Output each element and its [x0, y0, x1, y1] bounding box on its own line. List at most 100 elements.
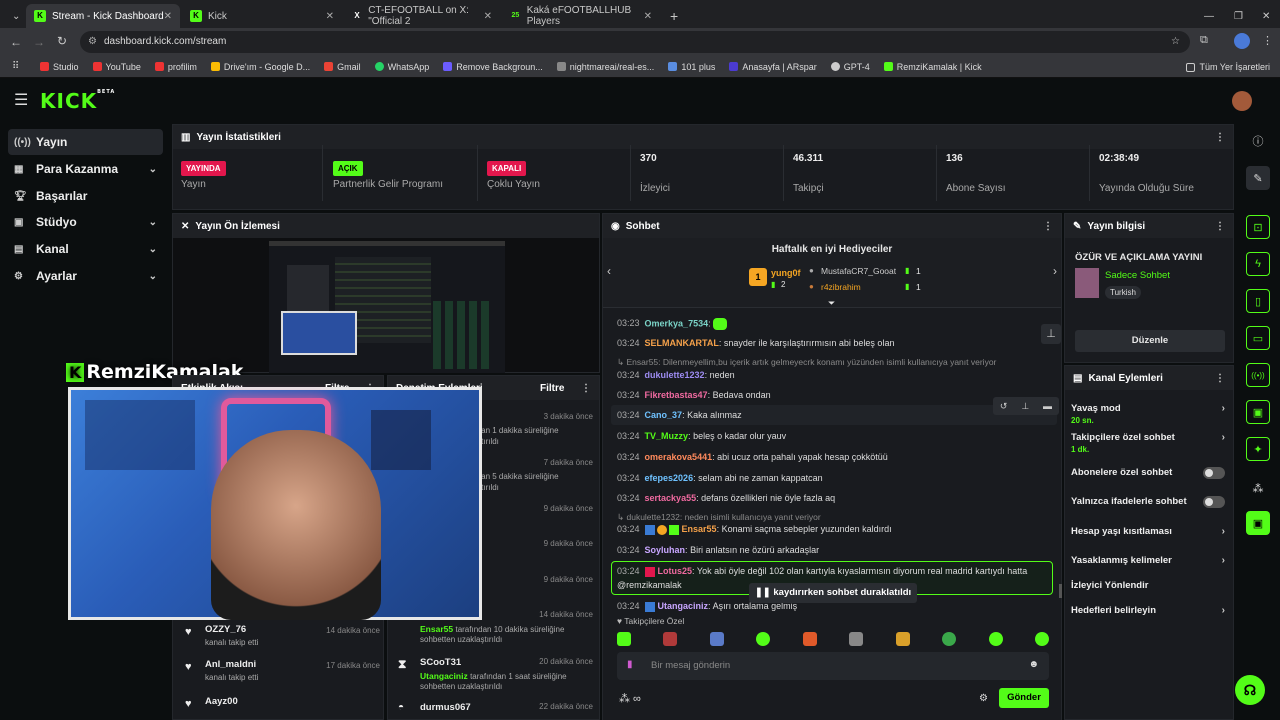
site-info-icon[interactable]: ⚙ — [88, 31, 97, 53]
sidebar-item-basarilar[interactable]: 🏆︎ Başarılar — [8, 183, 163, 209]
screenshot-icon[interactable]: ⊡ — [1246, 215, 1270, 239]
emote-icon[interactable] — [663, 632, 678, 646]
chat-message[interactable]: 03:24 Cano_37: Kaka alınmaz — [617, 410, 742, 420]
emote-icon[interactable] — [1034, 632, 1049, 646]
sidebar-item-yayin[interactable]: ((•)) Yayın — [8, 129, 163, 155]
stream-preview-video[interactable] — [269, 241, 505, 373]
sidebar-item-para-kazanma[interactable]: ▦ Para Kazanma ⌄ — [8, 156, 163, 182]
green-action-icon[interactable]: ▣ — [1246, 511, 1270, 535]
reload-icon[interactable]: ↻ — [57, 34, 67, 48]
wrench-icon[interactable]: ✦ — [1246, 437, 1270, 461]
forward-arrow-icon[interactable]: → — [33, 35, 45, 49]
bookmark-profilim[interactable]: profilim — [154, 62, 197, 72]
pencil-icon[interactable]: ✎ — [1246, 166, 1270, 190]
pin-icon[interactable]: ⊥ — [1021, 401, 1029, 412]
sidebar-item-ayarlar[interactable]: ⚙ Ayarlar ⌄ — [8, 263, 163, 289]
chevron-left-icon[interactable]: ‹ — [607, 264, 611, 278]
bookmark-whatsapp[interactable]: WhatsApp — [374, 62, 429, 72]
minimize-button[interactable]: — — [1196, 4, 1222, 28]
profile-avatar-icon[interactable] — [1234, 33, 1250, 49]
broadcast-icon[interactable]: ((•)) — [1246, 363, 1270, 387]
redirect-viewers-row[interactable]: İzleyici Yönlendir — [1071, 580, 1221, 591]
emotes-only-toggle[interactable] — [1203, 496, 1225, 508]
send-button[interactable]: Gönder — [999, 688, 1049, 708]
kick-logo[interactable]: KICKBETA — [40, 89, 115, 113]
emote-icon[interactable] — [942, 632, 957, 646]
emote-icon[interactable] — [756, 632, 771, 646]
edit-button[interactable]: Düzenle — [1075, 330, 1225, 352]
subscribers-only-toggle[interactable] — [1203, 467, 1225, 479]
bookmark-remzikamalak-kick[interactable]: RemziKamalak | Kick — [883, 62, 982, 72]
sidebar-item-studyo[interactable]: ▣ Stüdyo ⌄ — [8, 209, 163, 235]
account-age-row[interactable]: Hesap yaşı kısıtlaması › — [1071, 526, 1225, 537]
chat-icon[interactable]: ▭ — [1246, 326, 1270, 350]
set-goals-row[interactable]: Hedefleri belirleyin › — [1071, 605, 1225, 616]
restore-button[interactable]: ❐ — [1226, 4, 1251, 28]
document-icon[interactable]: ▯ — [1246, 289, 1270, 313]
emote-icon[interactable] — [895, 632, 910, 646]
banned-words-row[interactable]: Yasaklanmış kelimeler › — [1071, 555, 1225, 566]
emote-icon[interactable] — [849, 632, 864, 646]
tab-list-button[interactable]: ⌄ — [4, 4, 24, 28]
close-tab-icon[interactable]: ✕ — [644, 11, 652, 22]
tab-kick-dashboard[interactable]: K Stream - Kick Dashboard ✕ — [26, 4, 180, 28]
trash-icon[interactable]: ▬ — [1043, 401, 1052, 411]
close-tab-icon[interactable]: ✕ — [484, 11, 492, 22]
chat-tools-icon[interactable]: ⁂ ∞ — [619, 692, 641, 705]
back-arrow-icon[interactable]: ← — [10, 35, 22, 49]
user-avatar[interactable] — [1232, 91, 1252, 111]
category-link[interactable]: Sadece Sohbet — [1105, 270, 1170, 281]
kebab-menu-icon[interactable]: ⋮ — [1215, 221, 1225, 232]
tab-x-post[interactable]: X CT-EFOOTBALL on X: "Official 2 ✕ — [344, 4, 500, 28]
emote-icon[interactable] — [988, 632, 1003, 646]
url-field[interactable]: ⚙ dashboard.kick.com/stream ☆ — [80, 31, 1190, 53]
chat-paused-banner[interactable]: ❚❚ kaydırırken sohbet duraklatıldı — [749, 583, 917, 603]
users-icon[interactable]: ⁂ — [1246, 476, 1270, 500]
bookmark-nightmareai[interactable]: nightmareai/real-es... — [556, 62, 654, 72]
bookmark-arspar[interactable]: Anasayfa | ARspar — [729, 62, 817, 72]
bookmark-remove-bg[interactable]: Remove Backgroun... — [443, 62, 543, 72]
bookmark-gmail[interactable]: Gmail — [324, 62, 361, 72]
undo-icon[interactable]: ↺ — [1000, 401, 1008, 412]
emote-icon[interactable] — [802, 632, 817, 646]
save-icon[interactable]: ▣ — [1246, 400, 1270, 424]
support-chat-icon[interactable]: ☊ — [1235, 675, 1265, 705]
tab-efootballhub[interactable]: 25 Kaká eFOOTBALLHUB Players ✕ — [502, 4, 660, 28]
sidebar-item-kanal[interactable]: ▤ Kanal ⌄ — [8, 236, 163, 262]
info-icon[interactable]: ⓘ — [1246, 129, 1270, 153]
new-tab-button[interactable]: + — [662, 4, 680, 28]
kebab-menu-icon[interactable]: ⋮ — [1215, 132, 1225, 143]
all-bookmarks[interactable]: Tüm Yer İşaretleri — [1186, 62, 1270, 72]
bookmark-101plus[interactable]: 101 plus — [668, 62, 715, 72]
emoji-picker-icon[interactable]: ☻ — [1028, 659, 1039, 670]
filter-button[interactable]: Filtre — [540, 383, 564, 394]
apps-grid-icon[interactable]: ⠿ — [12, 61, 19, 72]
followers-only-row[interactable]: Takipçilere özel sohbet 1 dk. › — [1071, 432, 1225, 454]
bookmark-gpt4[interactable]: GPT-4 — [830, 62, 870, 72]
browser-menu-icon[interactable]: ⋮ — [1262, 34, 1273, 47]
bookmark-studio[interactable]: Studio — [40, 62, 79, 72]
chat-message-input[interactable]: ▮ Bir mesaj gönderin ☻ — [617, 652, 1049, 680]
kebab-menu-icon[interactable]: ⋮ — [1215, 373, 1225, 384]
bookmark-drive[interactable]: Drive'ım - Google D... — [210, 62, 310, 72]
chevron-right-icon[interactable]: › — [1053, 264, 1057, 278]
emote-icon[interactable] — [709, 632, 724, 646]
collapse-icon[interactable]: ⏷ — [828, 298, 835, 309]
close-tab-icon[interactable]: ✕ — [164, 11, 172, 22]
bookmark-star-icon[interactable]: ☆ — [1171, 31, 1180, 53]
tab-kick[interactable]: K Kick ✕ — [182, 4, 342, 28]
chat-settings-gear-icon[interactable]: ⚙ — [979, 693, 988, 704]
chat-scrollbar[interactable] — [1059, 584, 1062, 598]
hamburger-menu-icon[interactable]: ☰ — [14, 90, 28, 110]
microphone-icon[interactable]: ▮ — [627, 659, 633, 670]
pin-icon[interactable]: ⊥ — [1041, 324, 1061, 344]
kebab-menu-icon[interactable]: ⋮ — [581, 383, 591, 394]
close-window-button[interactable]: ✕ — [1254, 4, 1278, 28]
lightning-icon[interactable]: ϟ — [1246, 252, 1270, 276]
bookmark-youtube[interactable]: YouTube — [92, 62, 141, 72]
close-tab-icon[interactable]: ✕ — [326, 11, 334, 22]
extensions-icon[interactable]: ⧉ — [1200, 34, 1208, 47]
emote-icon[interactable] — [617, 632, 631, 646]
kebab-menu-icon[interactable]: ⋮ — [1043, 221, 1053, 232]
slow-mode-row[interactable]: Yavaş mod 20 sn. › — [1071, 403, 1225, 425]
